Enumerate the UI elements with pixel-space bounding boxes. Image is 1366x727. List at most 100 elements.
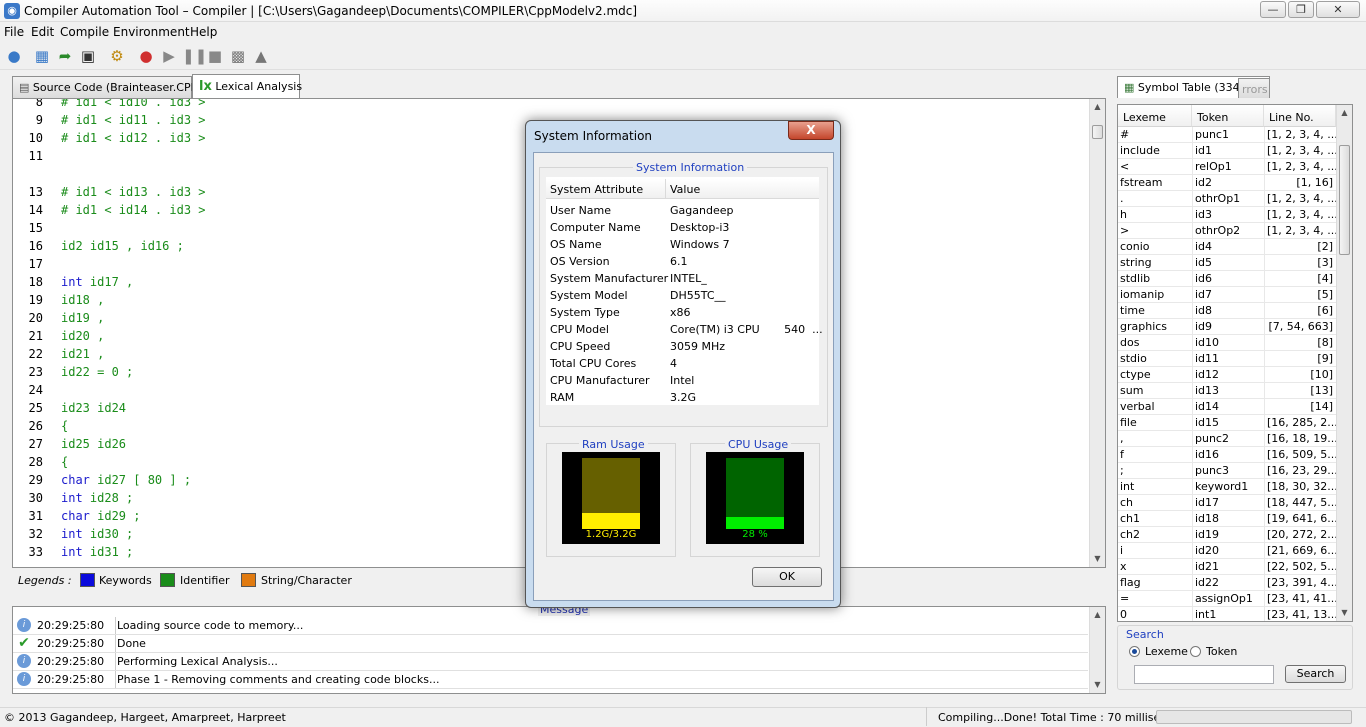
record-icon[interactable]: ● bbox=[136, 46, 156, 66]
pause-icon[interactable]: ❚❚ bbox=[182, 46, 207, 66]
col-token[interactable]: Token bbox=[1192, 105, 1264, 127]
table-row[interactable]: flag id22 [23, 391, 4... bbox=[1118, 575, 1336, 591]
sysinfo-row[interactable]: CPU Speed 3059 MHz bbox=[546, 338, 819, 355]
table-row[interactable]: ch1 id18 [19, 641, 6... bbox=[1118, 511, 1336, 527]
users-icon[interactable]: ● bbox=[4, 46, 24, 66]
scroll-down-icon[interactable]: ▼ bbox=[1090, 551, 1105, 567]
table-row[interactable]: < relOp1 [1, 2, 3, 4, ... bbox=[1118, 159, 1336, 175]
settings-icon[interactable]: ⚙ bbox=[107, 46, 127, 66]
table-row[interactable]: , punc2 [16, 18, 19... bbox=[1118, 431, 1336, 447]
table-row[interactable]: h id3 [1, 2, 3, 4, ... bbox=[1118, 207, 1336, 223]
table-row[interactable]: ctype id12 [10] bbox=[1118, 367, 1336, 383]
table-row[interactable]: . othrOp1 [1, 2, 3, 4, ... bbox=[1118, 191, 1336, 207]
menu-help[interactable]: Help bbox=[190, 25, 217, 39]
table-row[interactable]: include id1 [1, 2, 3, 4, ... bbox=[1118, 143, 1336, 159]
sysinfo-row[interactable]: OS Version 6.1 bbox=[546, 253, 819, 270]
col-lexeme[interactable]: Lexeme bbox=[1118, 105, 1192, 127]
table-row[interactable]: graphics id9 [7, 54, 663] bbox=[1118, 319, 1336, 335]
scroll-up-icon[interactable]: ▲ bbox=[1090, 99, 1105, 115]
sysinfo-row[interactable]: CPU Model Core(TM) i3 CPU 540 ... bbox=[546, 321, 823, 338]
cat-icon[interactable]: ▲ bbox=[251, 46, 271, 66]
table-row[interactable]: ch2 id19 [20, 272, 2... bbox=[1118, 527, 1336, 543]
table-row[interactable]: = assignOp1 [23, 41, 41... bbox=[1118, 591, 1336, 607]
menu-environment[interactable]: Environment bbox=[113, 25, 190, 39]
table-row[interactable]: time id8 [6] bbox=[1118, 303, 1336, 319]
table-row[interactable]: x id21 [22, 502, 5... bbox=[1118, 559, 1336, 575]
search-button[interactable]: Search bbox=[1285, 665, 1346, 683]
line-no-cell: [23, 41, 41... bbox=[1264, 591, 1336, 607]
sysinfo-row[interactable]: Total CPU Cores 4 bbox=[546, 355, 819, 372]
sysinfo-row[interactable]: System Model DH55TC__ bbox=[546, 287, 819, 304]
message-row[interactable]: i 20:29:25:80 Phase 1 - Removing comments … bbox=[13, 671, 1088, 689]
cpu-usage-title: CPU Usage bbox=[725, 438, 792, 451]
symbol-scrollbar[interactable]: ▲ ▼ bbox=[1336, 105, 1352, 621]
table-row[interactable]: ch id17 [18, 447, 5... bbox=[1118, 495, 1336, 511]
symbol-table[interactable]: Lexeme Token Line No. # punc1 [1, 2, 3, 4,… bbox=[1117, 104, 1353, 622]
computer-icon[interactable]: ▩ bbox=[228, 46, 248, 66]
ok-button[interactable]: OK bbox=[752, 567, 822, 587]
save-icon[interactable]: ▣ bbox=[78, 46, 98, 66]
tab-source-code[interactable]: ▤ Source Code (Brainteaser.CPP) bbox=[12, 76, 202, 98]
table-row[interactable]: stdio id11 [9] bbox=[1118, 351, 1336, 367]
table-row[interactable]: file id15 [16, 285, 2... bbox=[1118, 415, 1336, 431]
table-row[interactable]: 0 int1 [23, 41, 13... bbox=[1118, 607, 1336, 621]
stop-icon[interactable]: ■ bbox=[205, 46, 225, 66]
sysinfo-row[interactable]: System Manufacturer INTEL_ bbox=[546, 270, 819, 287]
table-row[interactable]: iomanip id7 [5] bbox=[1118, 287, 1336, 303]
scroll-up-icon[interactable]: ▲ bbox=[1337, 105, 1352, 121]
sysinfo-row[interactable]: System Type x86 bbox=[546, 304, 819, 321]
menu-compile[interactable]: Compile bbox=[60, 25, 109, 39]
table-row[interactable]: dos id10 [8] bbox=[1118, 335, 1336, 351]
table-row[interactable]: i id20 [21, 669, 6... bbox=[1118, 543, 1336, 559]
sysinfo-row[interactable]: OS Name Windows 7 bbox=[546, 236, 819, 253]
sysinfo-row[interactable]: Computer Name Desktop-i3 bbox=[546, 219, 819, 236]
message-row[interactable]: i 20:29:25:80 Loading source code to memor… bbox=[13, 617, 1088, 635]
table-row[interactable]: stdlib id6 [4] bbox=[1118, 271, 1336, 287]
table-row[interactable]: int keyword1 [18, 30, 32... bbox=[1118, 479, 1336, 495]
line-no-cell: [5] bbox=[1264, 287, 1336, 303]
lexeme-cell: include bbox=[1120, 144, 1160, 157]
scroll-up-icon[interactable]: ▲ bbox=[1090, 607, 1105, 623]
table-row[interactable]: ; punc3 [16, 23, 29... bbox=[1118, 463, 1336, 479]
tab-lexical-analysis[interactable]: lx Lexical Analysis bbox=[192, 74, 302, 99]
attribute-cell: Computer Name bbox=[550, 221, 641, 234]
sysinfo-list[interactable]: System Attribute Value User Name Gagandee… bbox=[546, 177, 823, 406]
sysinfo-row[interactable]: RAM 3.2G bbox=[546, 389, 819, 406]
maximize-button[interactable]: ❐ bbox=[1288, 1, 1314, 18]
menu-edit[interactable]: Edit bbox=[31, 25, 54, 39]
sysinfo-row[interactable]: User Name Gagandeep bbox=[546, 202, 819, 219]
token-radio[interactable] bbox=[1190, 646, 1201, 657]
col-value[interactable]: Value bbox=[666, 179, 819, 199]
scroll-thumb[interactable] bbox=[1092, 125, 1103, 139]
editor-scrollbar[interactable]: ▲ ▼ bbox=[1089, 99, 1105, 567]
minimize-button[interactable]: — bbox=[1260, 1, 1286, 18]
table-row[interactable]: f id16 [16, 509, 5... bbox=[1118, 447, 1336, 463]
lexeme-radio[interactable] bbox=[1129, 646, 1140, 657]
table-row[interactable]: fstream id2 [1, 16] bbox=[1118, 175, 1336, 191]
search-input[interactable] bbox=[1134, 665, 1274, 684]
close-window-button[interactable]: ✕ bbox=[1316, 1, 1360, 18]
code-line: 26 { bbox=[13, 417, 69, 435]
col-line-no[interactable]: Line No. bbox=[1264, 105, 1336, 127]
table-row[interactable]: # punc1 [1, 2, 3, 4, ... bbox=[1118, 127, 1336, 143]
scroll-down-icon[interactable]: ▼ bbox=[1337, 605, 1352, 621]
tab-errors[interactable]: rrors bbox=[1238, 78, 1270, 98]
message-row[interactable]: i 20:29:25:80 Performing Lexical Analysis.… bbox=[13, 653, 1088, 671]
token-cell: id10 bbox=[1192, 335, 1262, 351]
table-row[interactable]: string id5 [3] bbox=[1118, 255, 1336, 271]
open-file-icon[interactable]: ➦ bbox=[55, 46, 75, 66]
play-icon[interactable]: ▶ bbox=[159, 46, 179, 66]
message-row[interactable]: ✔ 20:29:25:80 Done bbox=[13, 635, 1088, 653]
menu-file[interactable]: File bbox=[4, 25, 24, 39]
col-system-attribute[interactable]: System Attribute bbox=[546, 179, 666, 199]
close-icon[interactable]: X bbox=[788, 121, 834, 140]
table-row[interactable]: sum id13 [13] bbox=[1118, 383, 1336, 399]
sysinfo-row[interactable]: CPU Manufacturer Intel bbox=[546, 372, 819, 389]
table-row[interactable]: conio id4 [2] bbox=[1118, 239, 1336, 255]
scroll-down-icon[interactable]: ▼ bbox=[1090, 677, 1105, 693]
table-row[interactable]: verbal id14 [14] bbox=[1118, 399, 1336, 415]
new-file-icon[interactable]: ▦ bbox=[32, 46, 52, 66]
table-row[interactable]: > othrOp2 [1, 2, 3, 4, ... bbox=[1118, 223, 1336, 239]
scroll-thumb[interactable] bbox=[1339, 145, 1350, 255]
message-scrollbar[interactable]: ▲ ▼ bbox=[1089, 607, 1105, 693]
